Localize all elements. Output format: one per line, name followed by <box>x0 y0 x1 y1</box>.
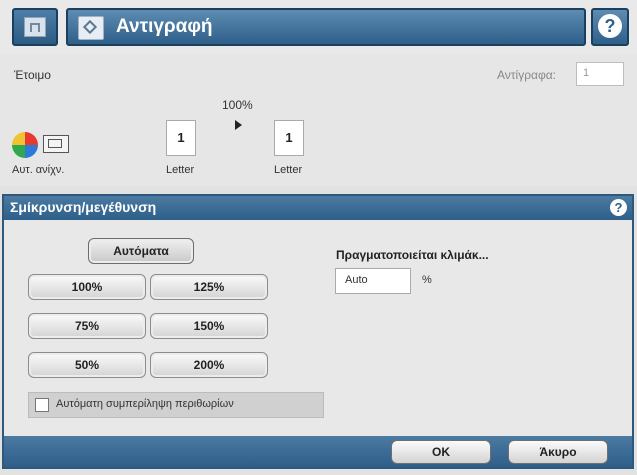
color-icon <box>12 132 38 158</box>
reduce-enlarge-dialog: Σμίκρυνση/μεγέθυνση ? Αυτόματα 100% 125%… <box>0 186 637 475</box>
copies-label: Αντίγραφα: <box>497 68 557 82</box>
zoom-option-150[interactable]: 150% <box>150 313 268 339</box>
output-page-thumbnail: 1 <box>274 120 304 156</box>
zoom-option-100[interactable]: 100% <box>28 274 146 300</box>
margin-inclusion-toggle[interactable]: Αυτόματη συμπερίληψη περιθωρίων <box>28 392 324 418</box>
auto-button[interactable]: Αυτόματα <box>88 238 194 264</box>
cancel-button[interactable]: Άκυρο <box>508 440 608 464</box>
app-title-bar: Αντιγραφή <box>66 8 586 46</box>
color-mode-label: Αυτ. ανίχν. <box>12 164 65 176</box>
dialog-frame: Σμίκρυνση/μεγέθυνση ? Αυτόματα 100% 125%… <box>2 194 634 469</box>
zoom-level: 100% <box>222 98 253 112</box>
scanner-glass-icon <box>43 135 69 153</box>
copies-input[interactable]: 1 <box>576 62 624 86</box>
dialog-title: Σμίκρυνση/μεγέθυνση <box>10 199 157 215</box>
status-text: Έτοιμο <box>14 68 51 82</box>
scale-input[interactable]: Auto <box>335 268 411 294</box>
zoom-option-200[interactable]: 200% <box>150 352 268 378</box>
ok-button[interactable]: OK <box>391 440 491 464</box>
arrow-right-icon <box>235 120 242 130</box>
output-size-label: Letter <box>274 164 303 176</box>
zoom-option-75[interactable]: 75% <box>28 313 146 339</box>
copy-icon <box>78 16 104 40</box>
status-area: Έτοιμο Αντίγραφα: 1 100% 1 Letter 1 Lett… <box>0 54 637 186</box>
zoom-option-125[interactable]: 125% <box>150 274 268 300</box>
original-size-label: Letter <box>166 164 195 176</box>
page-title: Αντιγραφή <box>116 16 213 37</box>
scaling-status-label: Πραγματοποιείται κλιμάκ... <box>336 248 489 262</box>
percent-label: % <box>422 274 432 286</box>
home-button[interactable] <box>12 8 58 46</box>
help-icon: ? <box>598 14 622 38</box>
dialog-help-icon[interactable]: ? <box>610 199 627 216</box>
home-icon <box>24 17 46 37</box>
top-bar: Αντιγραφή ? <box>0 0 637 54</box>
zoom-option-50[interactable]: 50% <box>28 352 146 378</box>
margin-inclusion-checkbox[interactable] <box>35 398 49 412</box>
dialog-header: Σμίκρυνση/μεγέθυνση ? <box>4 196 632 220</box>
help-button[interactable]: ? <box>591 8 629 46</box>
dialog-footer: OK Άκυρο <box>4 436 632 467</box>
margin-inclusion-label: Αυτόματη συμπερίληψη περιθωρίων <box>56 398 234 410</box>
original-page-thumbnail: 1 <box>166 120 196 156</box>
